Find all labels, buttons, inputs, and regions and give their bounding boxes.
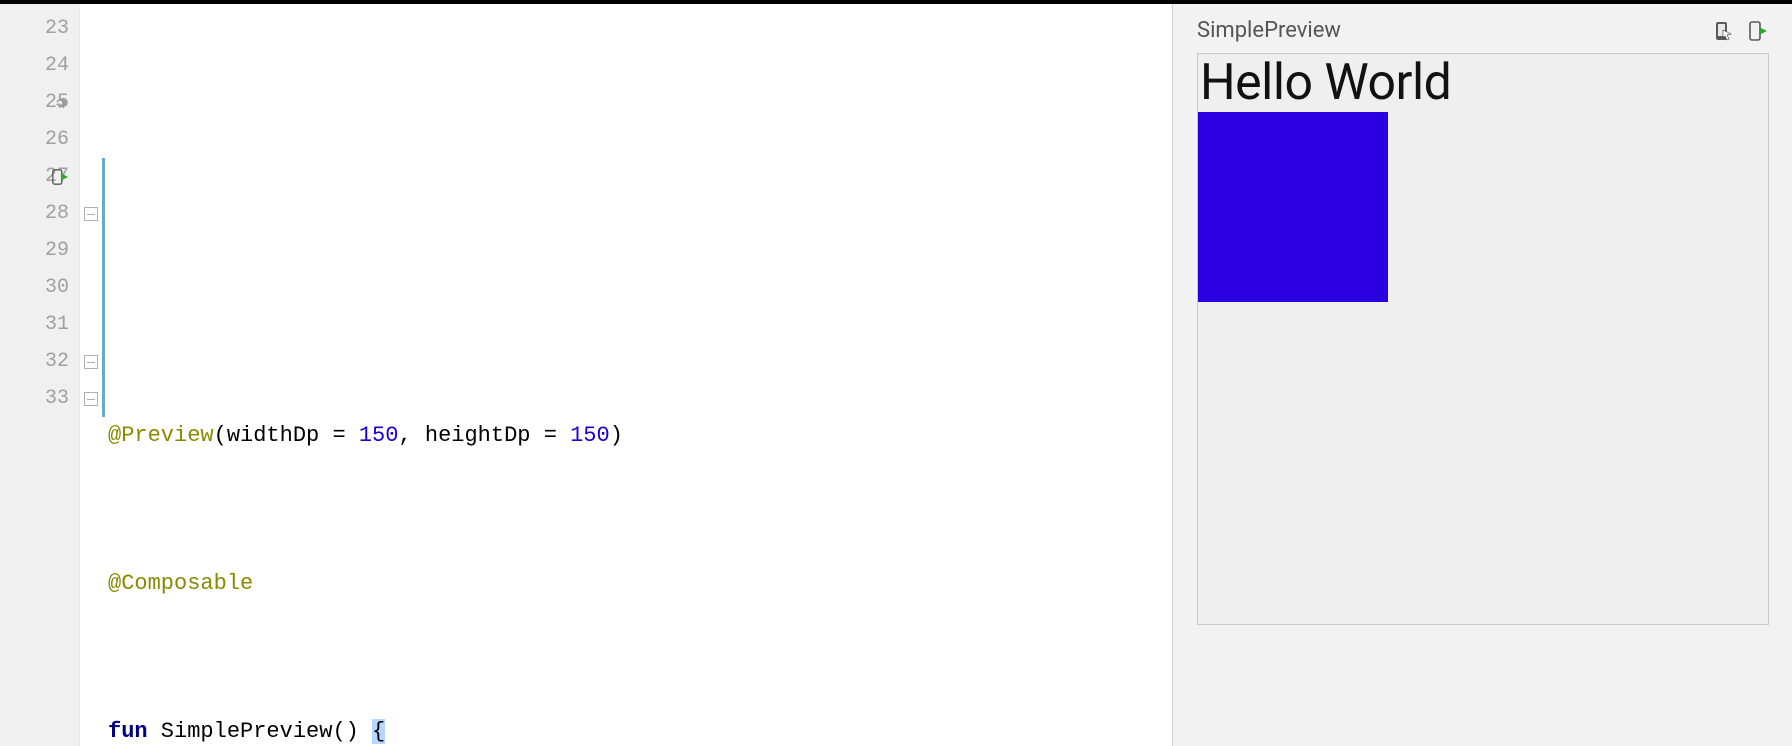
run-gutter-icon[interactable] bbox=[50, 167, 70, 187]
code-line[interactable]: fun SimplePreview() { bbox=[102, 713, 1172, 746]
line-number: 29 bbox=[0, 232, 79, 269]
code-editor[interactable]: 23 24 25 26 27 28 29 30 31 32 33 bbox=[0, 4, 1172, 746]
line-number: 30 bbox=[0, 269, 79, 306]
code-line[interactable] bbox=[102, 158, 1172, 195]
preview-blue-box bbox=[1198, 112, 1388, 302]
line-number: 26 bbox=[0, 121, 79, 158]
line-number: 32 bbox=[0, 343, 79, 380]
line-number: 31 bbox=[0, 306, 79, 343]
preview-header: SimplePreview bbox=[1197, 18, 1768, 43]
line-number: 25 bbox=[0, 84, 79, 121]
code-line[interactable]: @Composable bbox=[102, 565, 1172, 602]
preview-hello-text: Hello World bbox=[1198, 54, 1768, 112]
code-line[interactable]: @Preview(widthDp = 150, heightDp = 150) bbox=[102, 417, 1172, 454]
compose-preview-panel: SimplePreview Hello World bbox=[1172, 4, 1792, 746]
preview-actions bbox=[1712, 20, 1768, 42]
code-line[interactable] bbox=[102, 269, 1172, 306]
fold-toggle-icon[interactable] bbox=[84, 207, 98, 221]
line-number-gutter: 23 24 25 26 27 28 29 30 31 32 33 bbox=[0, 4, 80, 746]
line-number: 28 bbox=[0, 195, 79, 232]
line-number: 33 bbox=[0, 380, 79, 417]
deploy-preview-icon[interactable] bbox=[1746, 20, 1768, 42]
interactive-preview-icon[interactable] bbox=[1712, 20, 1734, 42]
line-number: 27 bbox=[0, 158, 79, 195]
line-number: 23 bbox=[0, 10, 79, 47]
ide-root: 23 24 25 26 27 28 29 30 31 32 33 bbox=[0, 0, 1792, 746]
line-number: 24 bbox=[0, 47, 79, 84]
preview-title: SimplePreview bbox=[1197, 18, 1341, 43]
fold-column bbox=[80, 4, 102, 746]
fold-toggle-icon[interactable] bbox=[84, 392, 98, 406]
method-indicator-bar bbox=[102, 158, 105, 417]
code-area[interactable]: @Preview(widthDp = 150, heightDp = 150) … bbox=[102, 4, 1172, 746]
fold-toggle-icon[interactable] bbox=[84, 355, 98, 369]
gear-icon[interactable] bbox=[50, 93, 70, 113]
preview-canvas[interactable]: Hello World bbox=[1197, 53, 1769, 625]
